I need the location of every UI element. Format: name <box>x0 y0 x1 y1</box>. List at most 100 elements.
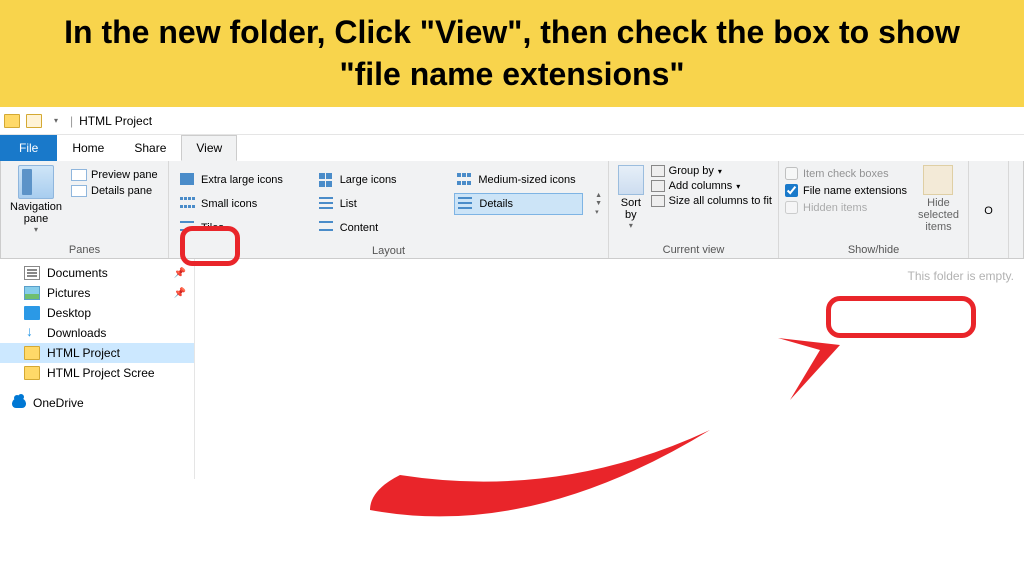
item-checkboxes-option[interactable]: Item check boxes <box>785 167 907 180</box>
hide-selected-button[interactable]: Hide selected items <box>915 165 962 233</box>
tab-view[interactable]: View <box>181 135 237 161</box>
sidebar-desktop-label: Desktop <box>47 306 91 320</box>
highlight-file-extensions <box>826 296 976 338</box>
sort-icon <box>618 165 644 195</box>
desktop-icon <box>24 306 40 320</box>
layout-small[interactable]: Small icons <box>177 193 306 215</box>
add-columns-icon <box>651 180 665 192</box>
group-panes: Navigation pane ▾ Preview pane Details p… <box>1 161 169 258</box>
details-pane-button[interactable]: Details pane <box>71 185 158 197</box>
pin-icon: 📌 <box>174 268 186 279</box>
empty-folder-text: This folder is empty. <box>908 269 1014 283</box>
folder-icon <box>4 114 20 128</box>
sort-by-label: Sort by <box>615 197 647 221</box>
details-pane-icon <box>71 185 87 197</box>
onedrive-icon <box>12 398 26 408</box>
file-name-extensions-option[interactable]: File name extensions <box>785 184 907 197</box>
sidebar-html-project-label: HTML Project <box>47 346 120 360</box>
window-title: HTML Project <box>79 114 152 128</box>
sidebar-item-documents[interactable]: Documents📌 <box>0 263 194 283</box>
sidebar-item-html-scree[interactable]: HTML Project Scree <box>0 363 194 383</box>
layout-list[interactable]: List <box>316 193 445 215</box>
tab-share[interactable]: Share <box>119 135 181 161</box>
group-show-hide: Item check boxes File name extensions Hi… <box>779 161 969 258</box>
folder-icon <box>24 346 40 360</box>
item-checkboxes-label: Item check boxes <box>803 168 889 180</box>
documents-icon <box>24 266 40 280</box>
window-titlebar: ▾ | HTML Project <box>0 107 1024 135</box>
pin-icon: 📌 <box>174 288 186 299</box>
sidebar-html-scree-label: HTML Project Scree <box>47 366 155 380</box>
instruction-arrow <box>330 330 870 540</box>
size-columns-label: Size all columns to fit <box>669 195 772 207</box>
file-name-extensions-checkbox[interactable] <box>785 184 798 197</box>
sidebar-item-html-project[interactable]: HTML Project <box>0 343 194 363</box>
chevron-down-icon: ▾ <box>34 225 38 234</box>
downloads-icon <box>24 326 40 340</box>
group-by-button[interactable]: Group by ▾ <box>651 165 772 177</box>
pictures-icon <box>24 286 40 300</box>
navigation-sidebar: Documents📌 Pictures 📌 Desktop Downloads H… <box>0 259 195 479</box>
layout-large[interactable]: Large icons <box>316 169 445 191</box>
item-checkboxes-checkbox[interactable] <box>785 167 798 180</box>
navigation-pane-label: Navigation pane <box>7 201 65 225</box>
layout-content[interactable]: Content <box>316 217 445 239</box>
tab-home[interactable]: Home <box>57 135 119 161</box>
chevron-down-icon: ▾ <box>736 182 740 191</box>
chevron-down-icon: ▾ <box>629 221 633 230</box>
layout-details[interactable]: Details <box>454 193 583 215</box>
sidebar-item-downloads[interactable]: Downloads <box>0 323 194 343</box>
layout-details-label: Details <box>479 198 513 210</box>
divider: | <box>70 114 73 128</box>
hide-selected-icon <box>923 165 953 195</box>
show-hide-group-label: Show/hide <box>785 242 962 256</box>
hidden-items-option[interactable]: Hidden items <box>785 201 907 214</box>
size-columns-icon <box>651 195 665 207</box>
layout-small-label: Small icons <box>201 198 257 210</box>
current-view-group-label: Current view <box>615 242 772 256</box>
add-columns-button[interactable]: Add columns ▾ <box>651 180 772 192</box>
details-pane-label: Details pane <box>91 185 152 197</box>
sidebar-item-pictures[interactable]: Pictures 📌 <box>0 283 194 303</box>
layout-medium-label: Medium-sized icons <box>478 174 575 186</box>
layout-list-label: List <box>340 198 357 210</box>
add-columns-label: Add columns <box>669 180 733 192</box>
group-by-label: Group by <box>669 165 714 177</box>
sort-by-button[interactable]: Sort by ▾ <box>615 165 647 230</box>
group-by-icon <box>651 165 665 177</box>
layout-scroll-arrows[interactable]: ▲▼▾ <box>595 192 602 216</box>
preview-pane-icon <box>71 169 87 181</box>
ribbon-view: Navigation pane ▾ Preview pane Details p… <box>0 161 1024 259</box>
layout-extra-large-label: Extra large icons <box>201 174 283 186</box>
group-options[interactable]: O <box>969 161 1009 258</box>
tab-file[interactable]: File <box>0 135 57 161</box>
size-columns-button[interactable]: Size all columns to fit <box>651 195 772 207</box>
panes-group-label: Panes <box>7 242 162 256</box>
preview-pane-label: Preview pane <box>91 169 158 181</box>
highlight-view-tab <box>180 226 240 266</box>
layout-extra-large[interactable]: Extra large icons <box>177 169 306 191</box>
preview-pane-button[interactable]: Preview pane <box>71 169 158 181</box>
navigation-pane-icon <box>18 165 54 199</box>
layout-large-label: Large icons <box>340 174 397 186</box>
sidebar-downloads-label: Downloads <box>47 326 106 340</box>
folder-icon-2 <box>26 114 42 128</box>
sidebar-item-desktop[interactable]: Desktop <box>0 303 194 323</box>
instruction-banner: In the new folder, Click "View", then ch… <box>0 0 1024 107</box>
layout-content-label: Content <box>340 222 379 234</box>
file-name-extensions-label: File name extensions <box>803 185 907 197</box>
sidebar-onedrive-label: OneDrive <box>33 396 84 410</box>
chevron-down-icon: ▾ <box>718 167 722 176</box>
ribbon-tabs: File Home Share View <box>0 135 1024 161</box>
sidebar-item-onedrive[interactable]: OneDrive <box>0 393 194 413</box>
group-current-view: Sort by ▾ Group by ▾ Add columns ▾ Size … <box>609 161 779 258</box>
layout-medium[interactable]: Medium-sized icons <box>454 169 583 191</box>
qat-dropdown-icon[interactable]: ▾ <box>54 116 58 125</box>
folder-icon <box>24 366 40 380</box>
options-label: O <box>984 205 993 217</box>
hidden-items-checkbox[interactable] <box>785 201 798 214</box>
hidden-items-label: Hidden items <box>803 202 867 214</box>
hide-selected-label: Hide selected items <box>915 197 962 233</box>
navigation-pane-button[interactable]: Navigation pane ▾ <box>7 165 65 234</box>
sidebar-pictures-label: Pictures <box>47 286 90 300</box>
